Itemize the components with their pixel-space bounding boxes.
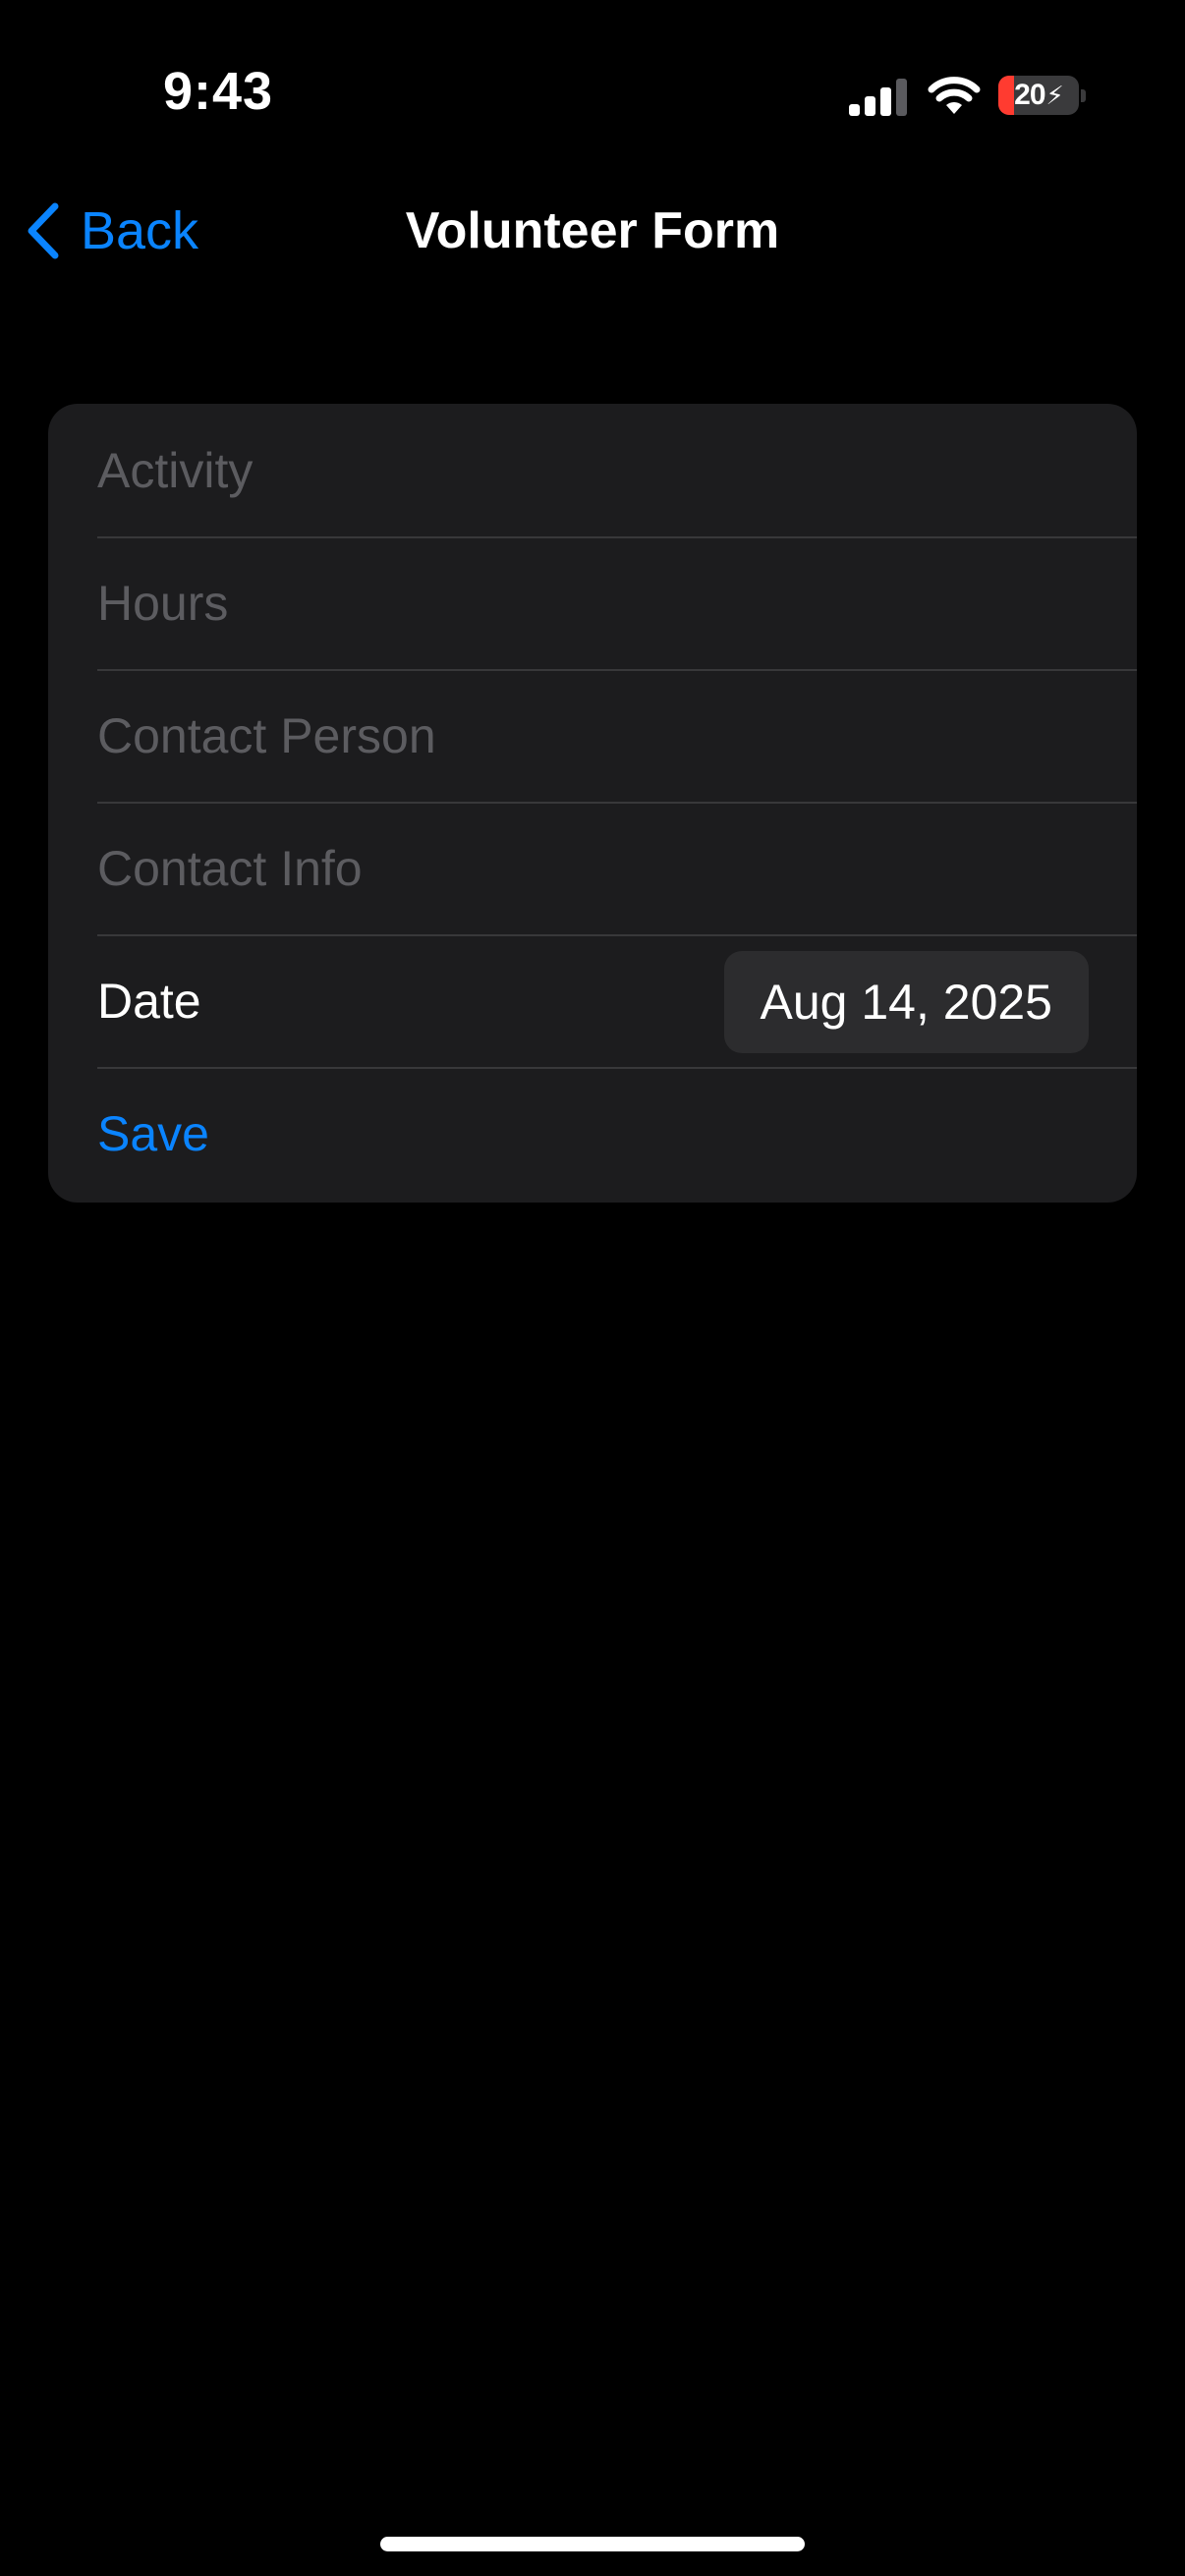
- battery-cap: [1081, 89, 1086, 102]
- charging-bolt-icon: ⚡: [1045, 80, 1064, 110]
- status-bar: 9:43 20 ⚡: [0, 0, 1185, 187]
- home-indicator[interactable]: [380, 2537, 805, 2551]
- hours-field[interactable]: [97, 536, 1137, 669]
- contact-person-field[interactable]: [97, 669, 1137, 802]
- volunteer-form: Date Aug 14, 2025 Save: [48, 404, 1137, 1203]
- activity-row: [48, 404, 1137, 536]
- save-button[interactable]: Save: [97, 1105, 209, 1162]
- hours-row: [48, 536, 1137, 669]
- cellular-signal-icon: [849, 79, 907, 116]
- wifi-icon: [928, 77, 981, 114]
- chevron-left-icon: [28, 202, 59, 259]
- back-button-label: Back: [81, 201, 199, 260]
- date-picker-button[interactable]: Aug 14, 2025: [723, 951, 1089, 1053]
- activity-field[interactable]: [97, 404, 1137, 536]
- status-time: 9:43: [163, 62, 274, 121]
- battery-charging-icon: 20 ⚡: [998, 76, 1079, 115]
- battery-level: 20: [1014, 79, 1045, 111]
- contact-person-row: [48, 669, 1137, 802]
- date-row: Date Aug 14, 2025: [48, 934, 1137, 1067]
- contact-info-field[interactable]: [97, 802, 1137, 934]
- back-button[interactable]: Back: [24, 196, 198, 265]
- contact-info-row: [48, 802, 1137, 934]
- save-row: Save: [48, 1067, 1137, 1200]
